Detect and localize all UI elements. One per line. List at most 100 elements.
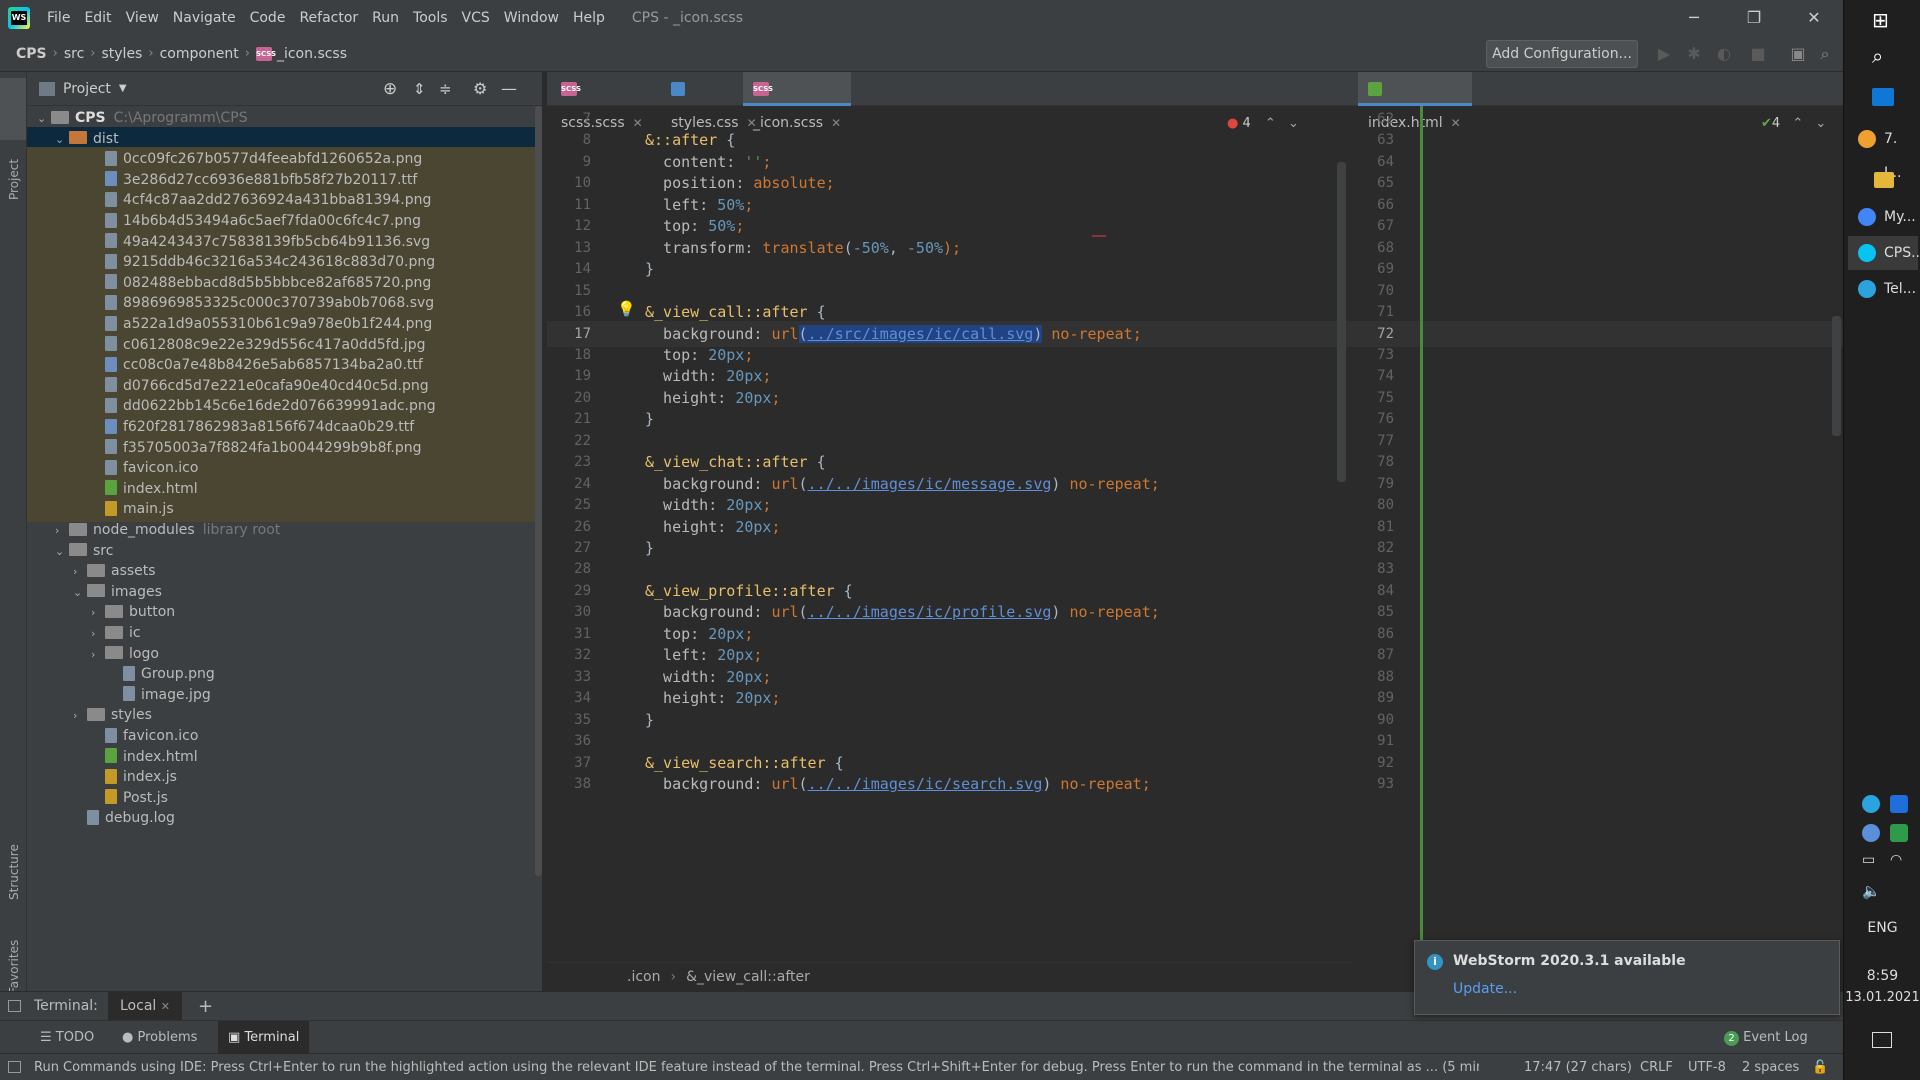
mail-icon[interactable]	[1872, 88, 1894, 106]
search-everywhere-icon[interactable]: ⌕	[1815, 44, 1835, 64]
menu-item-edit[interactable]: Edit	[77, 10, 118, 26]
breadcrumb-item[interactable]: CPS	[16, 46, 47, 62]
problems-tab[interactable]: ● Problems	[122, 1021, 197, 1054]
bluetooth-icon[interactable]	[1890, 795, 1908, 813]
tab-styles-css[interactable]: styles.css ✕	[661, 72, 757, 131]
breadcrumb-item[interactable]: src	[64, 46, 84, 62]
project-panel: Project ▼ ⊕ ⇕ ≑ ⚙ — ⌄ CPS C:\Aprogramm\CPS…	[27, 72, 542, 991]
project-tool-tab[interactable]: Project	[7, 159, 21, 200]
file-explorer-icon[interactable]	[1874, 172, 1894, 188]
volume-icon[interactable]: 🔈	[1862, 882, 1881, 900]
status-toggle-icon[interactable]	[8, 1061, 21, 1073]
favorites-tool-tab[interactable]: Favorites	[7, 940, 21, 994]
file-encoding[interactable]: UTF-8	[1688, 1054, 1726, 1080]
folder-icon	[69, 543, 87, 557]
close-icon[interactable]: ✕	[1784, 0, 1844, 36]
input-language[interactable]: ENG	[1844, 920, 1920, 936]
battery-icon[interactable]: ▭	[1862, 852, 1875, 868]
project-panel-title[interactable]: Project	[63, 81, 111, 97]
taskbar-app[interactable]: 7. I...	[1848, 122, 1918, 181]
status-message: Run Commands using IDE: Press Ctrl+Enter…	[34, 1060, 1479, 1075]
menu-item-code[interactable]: Code	[243, 10, 293, 26]
clock-time[interactable]: 8:59	[1844, 968, 1920, 984]
add-configuration-button[interactable]: Add Configuration...	[1486, 40, 1638, 68]
tool-window-bar: ☰ TODO ● Problems ▣ Terminal 2 Event Log	[0, 1020, 1843, 1054]
menu-item-refactor[interactable]: Refactor	[292, 10, 365, 26]
wifi-icon[interactable]: ◠	[1890, 852, 1902, 868]
close-terminal-icon[interactable]: ✕	[161, 1000, 170, 1013]
font-file-icon	[105, 356, 117, 372]
tab--icon-scss[interactable]: SCSS _icon.scss ✕	[743, 72, 851, 131]
scss-file-icon: SCSS	[561, 82, 581, 96]
telegram-tray-icon[interactable]	[1862, 795, 1880, 813]
file-icon	[105, 150, 117, 166]
line-separator[interactable]: CRLF	[1640, 1054, 1673, 1080]
html-file-icon	[105, 480, 117, 496]
font-file-icon	[105, 418, 117, 434]
hide-panel-icon[interactable]: —	[501, 79, 517, 98]
tree-item-extra: library root	[202, 522, 281, 538]
menu-item-help[interactable]: Help	[566, 10, 612, 26]
event-log-tab[interactable]: 2 Event Log	[1724, 1021, 1808, 1054]
close-tab-icon[interactable]: ✕	[633, 116, 643, 130]
close-tab-icon[interactable]: ✕	[1451, 116, 1461, 130]
gear-icon[interactable]: ⚙	[473, 79, 487, 98]
project-structure-icon[interactable]: ▣	[1788, 44, 1808, 64]
menu-item-vcs[interactable]: VCS	[455, 10, 497, 26]
error-indicator[interactable]: ● 4 ⌃ ⌄	[1227, 116, 1299, 131]
add-terminal-icon[interactable]: +	[198, 992, 213, 1021]
structure-tool-tab[interactable]: Structure	[7, 844, 21, 900]
update-link[interactable]: Update...	[1453, 981, 1517, 997]
editor-scrollbar[interactable]	[1337, 162, 1346, 482]
tab-scss-scss[interactable]: SCSS scss.scss ✕	[551, 72, 661, 131]
terminal-tab[interactable]: ▣ Terminal	[218, 1021, 310, 1054]
tree-item-label: Post.js	[123, 789, 168, 806]
tree-item-label: 4cf4c87aa2dd27636924a431bba81394.png	[123, 192, 432, 209]
lock-icon[interactable]: 🔓	[1812, 1054, 1828, 1080]
search-icon[interactable]: ⌕	[1872, 44, 1883, 68]
breadcrumb-item[interactable]: styles	[101, 46, 142, 62]
expand-all-icon[interactable]: ⇕	[413, 80, 426, 98]
locate-icon[interactable]: ⊕	[383, 79, 397, 99]
windows-taskbar: ⊞ ⌕ 7. I... My... CPS... Tel... ▭ ◠ 🔈 ENG 8…	[1843, 0, 1920, 1080]
run-icon[interactable]: ▶	[1654, 44, 1674, 64]
taskbar-app[interactable]: Tel...	[1848, 272, 1918, 306]
todo-tab[interactable]: ☰ TODO	[40, 1021, 94, 1054]
menu-item-view[interactable]: View	[119, 10, 166, 26]
editor-tab-bar-right: index.html ✕	[1352, 72, 1843, 131]
windows-start-icon[interactable]: ⊞	[1872, 8, 1889, 32]
tree-item[interactable]: debug.log	[27, 806, 537, 831]
notifications-icon[interactable]	[1872, 1032, 1892, 1048]
clock-date[interactable]: 13.01.2021	[1844, 990, 1920, 1005]
debug-icon[interactable]: ✱	[1684, 44, 1704, 64]
menu-item-window[interactable]: Window	[497, 10, 566, 26]
menu-item-tools[interactable]: Tools	[406, 10, 455, 26]
minimize-icon[interactable]: ─	[1664, 0, 1724, 36]
restore-icon[interactable]: ❐	[1724, 0, 1784, 36]
menu-item-run[interactable]: Run	[365, 10, 406, 26]
inspection-indicator[interactable]: ✔4 ⌃ ⌄	[1757, 116, 1827, 131]
indent-setting[interactable]: 2 spaces	[1742, 1054, 1799, 1080]
editor-scrollbar-right[interactable]	[1832, 316, 1841, 436]
code-line: height: 20px;	[645, 689, 781, 708]
menu-item-navigate[interactable]: Navigate	[166, 10, 243, 26]
security-icon[interactable]	[1890, 824, 1908, 842]
lightbulb-icon[interactable]: 💡	[617, 300, 636, 318]
stop-icon[interactable]: ■	[1748, 44, 1768, 64]
project-tree-scrollbar[interactable]	[535, 106, 542, 876]
taskbar-app[interactable]: My...	[1848, 200, 1918, 234]
taskbar-app[interactable]: CPS...	[1848, 236, 1920, 270]
tab-index-html[interactable]: index.html ✕	[1358, 72, 1472, 131]
file-icon	[105, 397, 117, 413]
breadcrumb-item[interactable]: component	[160, 46, 239, 62]
terminal-tab-local[interactable]: Local ✕	[108, 992, 182, 1021]
breadcrumb-item[interactable]: SCSS_icon.scss	[255, 46, 347, 62]
qbittorrent-icon[interactable]	[1862, 824, 1880, 842]
menu-item-file[interactable]: File	[40, 10, 77, 26]
chevron-down-icon[interactable]: ▼	[119, 83, 127, 94]
collapse-all-icon[interactable]: ≑	[439, 80, 452, 98]
close-tab-icon[interactable]: ✕	[831, 116, 841, 130]
scss-file-icon: SCSS	[255, 46, 276, 61]
coverage-icon[interactable]: ◐	[1714, 44, 1734, 64]
caret-position[interactable]: 17:47 (27 chars)	[1524, 1054, 1632, 1080]
